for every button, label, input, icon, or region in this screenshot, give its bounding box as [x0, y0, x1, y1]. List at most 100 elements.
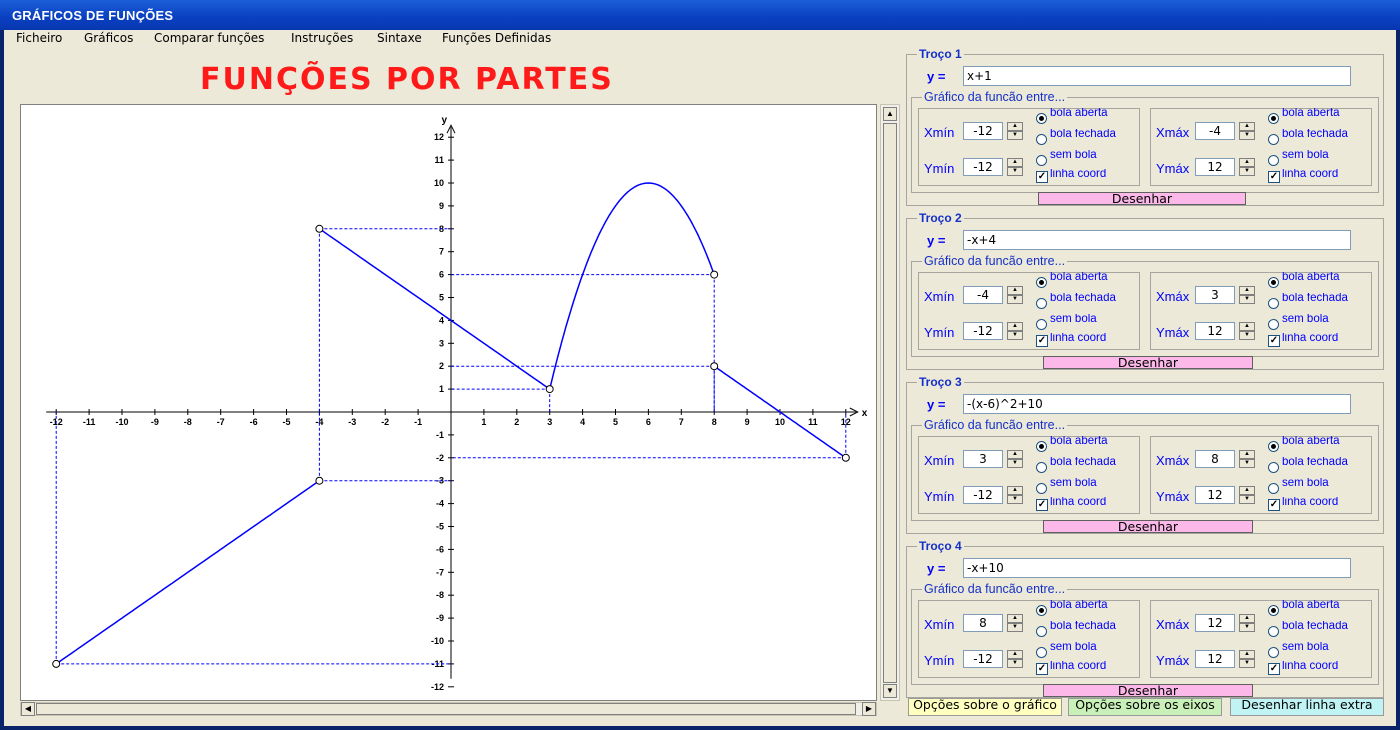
xmin-input[interactable]: -12	[963, 122, 1003, 140]
ymax-input[interactable]: 12	[1195, 650, 1235, 668]
ymin-input[interactable]: -12	[963, 322, 1003, 340]
scroll-left-button[interactable]: ◀	[21, 702, 35, 716]
xmax-spinner[interactable]: ▲ ▼	[1239, 614, 1255, 632]
horizontal-scroll-thumb[interactable]	[36, 703, 856, 715]
ymax-spinner[interactable]: ▲ ▼	[1239, 322, 1255, 340]
closed-ball-radio[interactable]	[1268, 298, 1279, 309]
menu-sintaxe[interactable]: Sintaxe	[377, 31, 422, 45]
xmin-spinner[interactable]: ▲ ▼	[1007, 614, 1023, 632]
draw-button-2[interactable]: Desenhar	[1043, 356, 1253, 369]
ymin-spinner[interactable]: ▲ ▼	[1007, 486, 1023, 504]
xmax-input[interactable]: -4	[1195, 122, 1235, 140]
page-title: FUNÇÕES POR PARTES	[200, 62, 614, 97]
no-ball-radio[interactable]	[1036, 155, 1047, 166]
xmax-spinner[interactable]: ▲ ▼	[1239, 450, 1255, 468]
open-ball-radio[interactable]	[1036, 441, 1047, 452]
ymax-spinner[interactable]: ▲ ▼	[1239, 650, 1255, 668]
horizontal-scrollbar[interactable]: ◀ ▶	[20, 702, 877, 716]
extra-line-button[interactable]: Desenhar linha extra	[1230, 698, 1384, 716]
menu-comparar-funcoes[interactable]: Comparar funções	[154, 31, 264, 45]
ymin-spinner[interactable]: ▲ ▼	[1007, 158, 1023, 176]
xmax-input[interactable]: 12	[1195, 614, 1235, 632]
y-tick-label: 5	[439, 293, 444, 303]
coord-line-checkbox[interactable]: ✓	[1268, 663, 1280, 675]
endpoint-circle	[315, 224, 324, 233]
xmax-spinner[interactable]: ▲ ▼	[1239, 122, 1255, 140]
menu-instrucoes[interactable]: Instruções	[291, 31, 353, 45]
min-bounds-box: Xmín -4 ▲ ▼ Ymín -12 ▲ ▼ bola aberta bola …	[918, 272, 1140, 350]
function-input[interactable]: -(x-6)^2+10	[963, 394, 1351, 414]
open-ball-radio[interactable]	[1036, 113, 1047, 124]
coord-line-checkbox[interactable]: ✓	[1268, 335, 1280, 347]
coord-line-checkbox[interactable]: ✓	[1036, 499, 1048, 511]
coord-line-checkbox[interactable]: ✓	[1036, 663, 1048, 675]
ymin-input[interactable]: -12	[963, 486, 1003, 504]
closed-ball-radio[interactable]	[1268, 626, 1279, 637]
draw-button-4[interactable]: Desenhar	[1043, 684, 1253, 697]
xmin-spinner[interactable]: ▲ ▼	[1007, 450, 1023, 468]
scroll-up-button[interactable]: ▲	[883, 107, 897, 121]
function-input[interactable]: -x+4	[963, 230, 1351, 250]
xmin-input[interactable]: -4	[963, 286, 1003, 304]
closed-ball-radio[interactable]	[1036, 298, 1047, 309]
closed-ball-radio[interactable]	[1036, 134, 1047, 145]
xmin-spinner[interactable]: ▲ ▼	[1007, 286, 1023, 304]
open-ball-radio[interactable]	[1268, 441, 1279, 452]
coord-line-checkbox[interactable]: ✓	[1268, 171, 1280, 183]
no-ball-radio[interactable]	[1036, 483, 1047, 494]
xmax-input[interactable]: 8	[1195, 450, 1235, 468]
no-ball-radio[interactable]	[1036, 319, 1047, 330]
draw-button-3[interactable]: Desenhar	[1043, 520, 1253, 533]
xmin-input[interactable]: 8	[963, 614, 1003, 632]
xmax-spinner[interactable]: ▲ ▼	[1239, 286, 1255, 304]
draw-button-1[interactable]: Desenhar	[1038, 192, 1246, 205]
ymin-spinner[interactable]: ▲ ▼	[1007, 650, 1023, 668]
menu-funcoes-definidas[interactable]: Funções Definidas	[442, 31, 551, 45]
troco-title: Troço 3	[917, 375, 964, 389]
coord-line-checkbox[interactable]: ✓	[1036, 335, 1048, 347]
ymin-input[interactable]: -12	[963, 158, 1003, 176]
xmax-input[interactable]: 3	[1195, 286, 1235, 304]
open-ball-radio[interactable]	[1268, 605, 1279, 616]
menu-bar: Ficheiro Gráficos Comparar funções Instr…	[4, 30, 1396, 48]
graph-options-button[interactable]: Opções sobre o gráfico	[908, 698, 1062, 716]
y-tick-label: 10	[434, 178, 444, 188]
open-ball-radio[interactable]	[1268, 113, 1279, 124]
closed-ball-radio[interactable]	[1036, 462, 1047, 473]
scroll-down-button[interactable]: ▼	[883, 684, 897, 698]
menu-ficheiro[interactable]: Ficheiro	[16, 31, 62, 45]
open-ball-radio[interactable]	[1268, 277, 1279, 288]
no-ball-radio[interactable]	[1268, 483, 1279, 494]
no-ball-radio[interactable]	[1268, 647, 1279, 658]
vertical-scroll-thumb[interactable]	[883, 123, 897, 683]
function-input[interactable]: x+1	[963, 66, 1351, 86]
ymax-spinner[interactable]: ▲ ▼	[1239, 158, 1255, 176]
graph-area[interactable]: -12 -11 -10 -9 -8 -7 -6 -5 -4 -3 -2 -1 1 2 3 4 5 6 7 8 9 10 11…	[20, 104, 877, 701]
y-tick-label: -8	[436, 590, 444, 600]
closed-ball-radio[interactable]	[1268, 134, 1279, 145]
xmax-label: Xmáx	[1156, 617, 1190, 632]
xmin-spinner[interactable]: ▲ ▼	[1007, 122, 1023, 140]
function-piece-1	[55, 480, 320, 665]
open-ball-radio[interactable]	[1036, 277, 1047, 288]
ymax-input[interactable]: 12	[1195, 158, 1235, 176]
open-ball-radio[interactable]	[1036, 605, 1047, 616]
closed-ball-radio[interactable]	[1268, 462, 1279, 473]
closed-ball-radio[interactable]	[1036, 626, 1047, 637]
xmin-input[interactable]: 3	[963, 450, 1003, 468]
no-ball-radio[interactable]	[1268, 319, 1279, 330]
ymax-input[interactable]: 12	[1195, 322, 1235, 340]
menu-graficos[interactable]: Gráficos	[84, 31, 133, 45]
no-ball-radio[interactable]	[1036, 647, 1047, 658]
function-input[interactable]: -x+10	[963, 558, 1351, 578]
coord-line-checkbox[interactable]: ✓	[1268, 499, 1280, 511]
ymin-spinner[interactable]: ▲ ▼	[1007, 322, 1023, 340]
ymin-input[interactable]: -12	[963, 650, 1003, 668]
vertical-scrollbar[interactable]: ▲ ▼	[880, 104, 900, 701]
ymax-spinner[interactable]: ▲ ▼	[1239, 486, 1255, 504]
axis-options-button[interactable]: Opções sobre os eixos	[1068, 698, 1222, 716]
scroll-right-button[interactable]: ▶	[862, 702, 876, 716]
ymax-input[interactable]: 12	[1195, 486, 1235, 504]
no-ball-radio[interactable]	[1268, 155, 1279, 166]
coord-line-checkbox[interactable]: ✓	[1036, 171, 1048, 183]
